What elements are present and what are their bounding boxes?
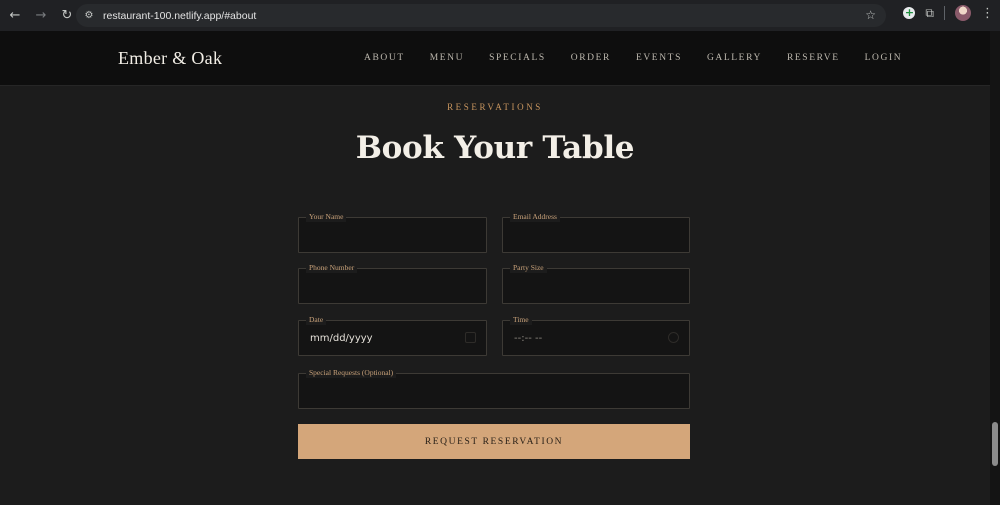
nav-gallery[interactable]: GALLERY	[707, 53, 762, 63]
date-field[interactable]: Date mm/dd/yyyy	[298, 315, 487, 356]
browser-toolbar: ← → ↻ ⚙ restaurant-100.netlify.app/#abou…	[0, 0, 1000, 31]
site-header: Ember & Oak ABOUT MENU SPECIALS ORDER EV…	[0, 31, 990, 86]
page-scrollbar[interactable]	[990, 31, 1000, 505]
name-label: Your Name	[306, 212, 347, 222]
section-eyebrow: RESERVATIONS	[447, 102, 543, 112]
profile-avatar[interactable]	[955, 5, 971, 21]
nav-menu[interactable]: MENU	[430, 53, 464, 63]
browser-menu-icon[interactable]: ⋮	[981, 6, 994, 21]
url-text: restaurant-100.netlify.app/#about	[103, 9, 257, 22]
toolbar-divider	[944, 6, 945, 20]
reservation-section: RESERVATIONS Book Your Table Your Name E…	[0, 86, 990, 505]
back-arrow-icon[interactable]: ←	[4, 5, 26, 27]
address-bar[interactable]: ⚙ restaurant-100.netlify.app/#about ☆	[76, 4, 886, 27]
nav-login[interactable]: LOGIN	[865, 53, 903, 63]
special-requests-field[interactable]: Special Requests (Optional)	[298, 368, 690, 409]
nav-about[interactable]: ABOUT	[364, 53, 405, 63]
reload-icon[interactable]: ↻	[56, 5, 78, 27]
page-title: Book Your Table	[355, 130, 635, 166]
extension-icon[interactable]: +	[903, 7, 916, 19]
nav-events[interactable]: EVENTS	[636, 53, 682, 63]
scrollbar-thumb[interactable]	[992, 422, 998, 466]
nav-order[interactable]: ORDER	[571, 53, 611, 63]
party-size-label: Party Size	[510, 263, 547, 273]
nav-reserve[interactable]: RESERVE	[787, 53, 840, 63]
date-value: mm/dd/yyyy	[310, 333, 373, 344]
extensions-puzzle-icon[interactable]: ⧉	[925, 6, 934, 21]
time-field[interactable]: Time --:-- --	[502, 315, 690, 356]
email-label: Email Address	[510, 212, 560, 222]
site-logo[interactable]: Ember & Oak	[118, 48, 222, 69]
phone-field[interactable]: Phone Number	[298, 263, 487, 304]
calendar-icon[interactable]	[465, 332, 476, 343]
date-label: Date	[306, 315, 327, 325]
main-nav: ABOUT MENU SPECIALS ORDER EVENTS GALLERY…	[364, 53, 927, 63]
name-field[interactable]: Your Name	[298, 212, 487, 253]
forward-arrow-icon[interactable]: →	[30, 5, 52, 27]
clock-icon[interactable]	[668, 332, 679, 343]
nav-specials[interactable]: SPECIALS	[489, 53, 546, 63]
party-size-field[interactable]: Party Size	[502, 263, 690, 304]
time-label: Time	[510, 315, 532, 325]
time-value: --:-- --	[514, 333, 543, 344]
special-requests-label: Special Requests (Optional)	[306, 368, 397, 378]
request-reservation-button[interactable]: REQUEST RESERVATION	[298, 424, 690, 459]
site-info-icon[interactable]: ⚙	[83, 10, 95, 22]
phone-label: Phone Number	[306, 263, 358, 273]
bookmark-star-icon[interactable]: ☆	[865, 8, 876, 22]
email-field[interactable]: Email Address	[502, 212, 690, 253]
